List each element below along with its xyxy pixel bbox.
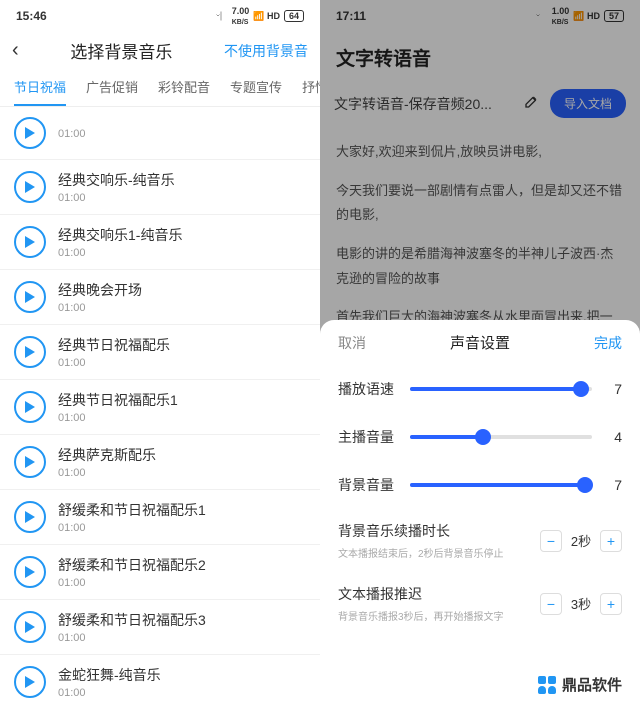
slider-label: 播放语速	[338, 379, 398, 399]
list-item[interactable]: 金蛇狂舞-纯音乐 01:00	[0, 655, 320, 705]
slider-track[interactable]	[410, 387, 592, 391]
slider-label: 背景音量	[338, 475, 398, 495]
play-icon[interactable]	[14, 226, 46, 258]
setting-desc: 文本播报结束后，2秒后背景音乐停止	[338, 545, 540, 560]
sheet-title: 声音设置	[450, 332, 510, 353]
play-icon[interactable]	[14, 446, 46, 478]
slider-track[interactable]	[410, 483, 592, 487]
phone-left: 15:46 7.00KB/S 📶 HD 64 ‹ 选择背景音乐 不使用背景音 节…	[0, 0, 320, 705]
item-title: 经典萨克斯配乐	[58, 445, 306, 465]
done-button[interactable]: 完成	[594, 333, 622, 353]
sheet-header: 取消 声音设置 完成	[320, 320, 640, 365]
minus-button[interactable]: −	[540, 593, 562, 615]
item-title: 舒缓柔和节日祝福配乐1	[58, 500, 306, 520]
item-duration: 01:00	[58, 687, 306, 699]
stepper: −3秒 +	[540, 593, 622, 615]
setting-name: 文本播报推迟	[338, 584, 540, 604]
list-item[interactable]: 舒缓柔和节日祝福配乐3 01:00	[0, 600, 320, 655]
watermark-logo-icon	[538, 676, 556, 694]
setting-row: 背景音乐续播时长文本播报结束后，2秒后背景音乐停止−2秒 +	[320, 509, 640, 572]
slider-value: 7	[604, 477, 622, 493]
play-icon[interactable]	[14, 611, 46, 643]
plus-button[interactable]: +	[600, 530, 622, 552]
item-duration: 01:00	[58, 577, 306, 589]
header: ‹ 选择背景音乐 不使用背景音	[0, 30, 320, 71]
item-title: 经典节日祝福配乐	[58, 335, 306, 355]
tab-0[interactable]: 节日祝福	[14, 77, 66, 106]
item-duration: 01:00	[58, 192, 306, 204]
phone-right: 17:11 1.00KB/S 📶 HD 57 文字转语音 文字转语音-保存音频2…	[320, 0, 640, 705]
header-action[interactable]: 不使用背景音	[224, 41, 308, 61]
item-title: 金蛇狂舞-纯音乐	[58, 665, 306, 685]
list-item[interactable]: 经典晚会开场 01:00	[0, 270, 320, 325]
stepper-value: 2秒	[568, 531, 594, 550]
slider-row: 播放语速 7	[320, 365, 640, 413]
list-item[interactable]: 舒缓柔和节日祝福配乐1 01:00	[0, 490, 320, 545]
list-item[interactable]: 经典节日祝福配乐1 01:00	[0, 380, 320, 435]
play-icon[interactable]	[14, 336, 46, 368]
watermark-text: 鼎品软件	[562, 674, 622, 695]
minus-button[interactable]: −	[540, 530, 562, 552]
item-duration: 01:00	[58, 412, 306, 424]
play-icon[interactable]	[14, 501, 46, 533]
item-title: 舒缓柔和节日祝福配乐3	[58, 610, 306, 630]
setting-row: 文本播报推迟背景音乐播报3秒后，再开始播报文字−3秒 +	[320, 572, 640, 635]
item-duration: 01:00	[58, 247, 306, 259]
play-icon[interactable]	[14, 171, 46, 203]
slider-track[interactable]	[410, 435, 592, 439]
item-title: 经典交响乐-纯音乐	[58, 170, 306, 190]
item-title: 经典晚会开场	[58, 280, 306, 300]
tab-4[interactable]: 抒情叫	[302, 77, 320, 106]
sound-settings-sheet: 取消 声音设置 完成 播放语速 7 主播音量 4 背景音量 7 背景音乐续播时长文本播报结…	[320, 320, 640, 705]
item-duration: 01:00	[58, 128, 306, 140]
tab-1[interactable]: 广告促销	[86, 77, 138, 106]
list-item[interactable]: 经典交响乐-纯音乐 01:00	[0, 160, 320, 215]
play-icon[interactable]	[14, 391, 46, 423]
back-icon[interactable]: ‹	[12, 39, 19, 62]
item-duration: 01:00	[58, 302, 306, 314]
setting-name: 背景音乐续播时长	[338, 521, 540, 541]
slider-row: 背景音量 7	[320, 461, 640, 509]
list-item[interactable]: 舒缓柔和节日祝福配乐2 01:00	[0, 545, 320, 600]
list-item[interactable]: 经典萨克斯配乐 01:00	[0, 435, 320, 490]
list-item[interactable]: 经典节日祝福配乐 01:00	[0, 325, 320, 380]
music-list: 01:00经典交响乐-纯音乐01:00经典交响乐1-纯音乐01:00经典晚会开场…	[0, 107, 320, 705]
item-title: 经典节日祝福配乐1	[58, 390, 306, 410]
header-title: 选择背景音乐	[19, 38, 224, 63]
item-duration: 01:00	[58, 467, 306, 479]
slider-row: 主播音量 4	[320, 413, 640, 461]
watermark: 鼎品软件	[532, 672, 628, 697]
item-title: 经典交响乐1-纯音乐	[58, 225, 306, 245]
item-duration: 01:00	[58, 632, 306, 644]
cancel-button[interactable]: 取消	[338, 333, 366, 353]
tab-3[interactable]: 专题宣传	[230, 77, 282, 106]
play-icon[interactable]	[14, 666, 46, 698]
play-icon[interactable]	[14, 556, 46, 588]
slider-value: 4	[604, 429, 622, 445]
tabs: 节日祝福广告促销彩铃配音专题宣传 抒情叫	[0, 71, 320, 107]
stepper-value: 3秒	[568, 594, 594, 613]
list-item[interactable]: 经典交响乐1-纯音乐 01:00	[0, 215, 320, 270]
setting-desc: 背景音乐播报3秒后，再开始播报文字	[338, 608, 540, 623]
stepper: −2秒 +	[540, 530, 622, 552]
item-title: 舒缓柔和节日祝福配乐2	[58, 555, 306, 575]
status-icons: 7.00KB/S 📶 HD 64	[214, 6, 304, 26]
plus-button[interactable]: +	[600, 593, 622, 615]
status-time: 15:46	[16, 9, 47, 23]
slider-value: 7	[604, 381, 622, 397]
status-bar: 15:46 7.00KB/S 📶 HD 64	[0, 0, 320, 30]
slider-label: 主播音量	[338, 427, 398, 447]
play-icon[interactable]	[14, 281, 46, 313]
item-duration: 01:00	[58, 357, 306, 369]
item-duration: 01:00	[58, 522, 306, 534]
tab-2[interactable]: 彩铃配音	[158, 77, 210, 106]
play-icon[interactable]	[14, 117, 46, 149]
list-item[interactable]: 01:00	[0, 107, 320, 160]
